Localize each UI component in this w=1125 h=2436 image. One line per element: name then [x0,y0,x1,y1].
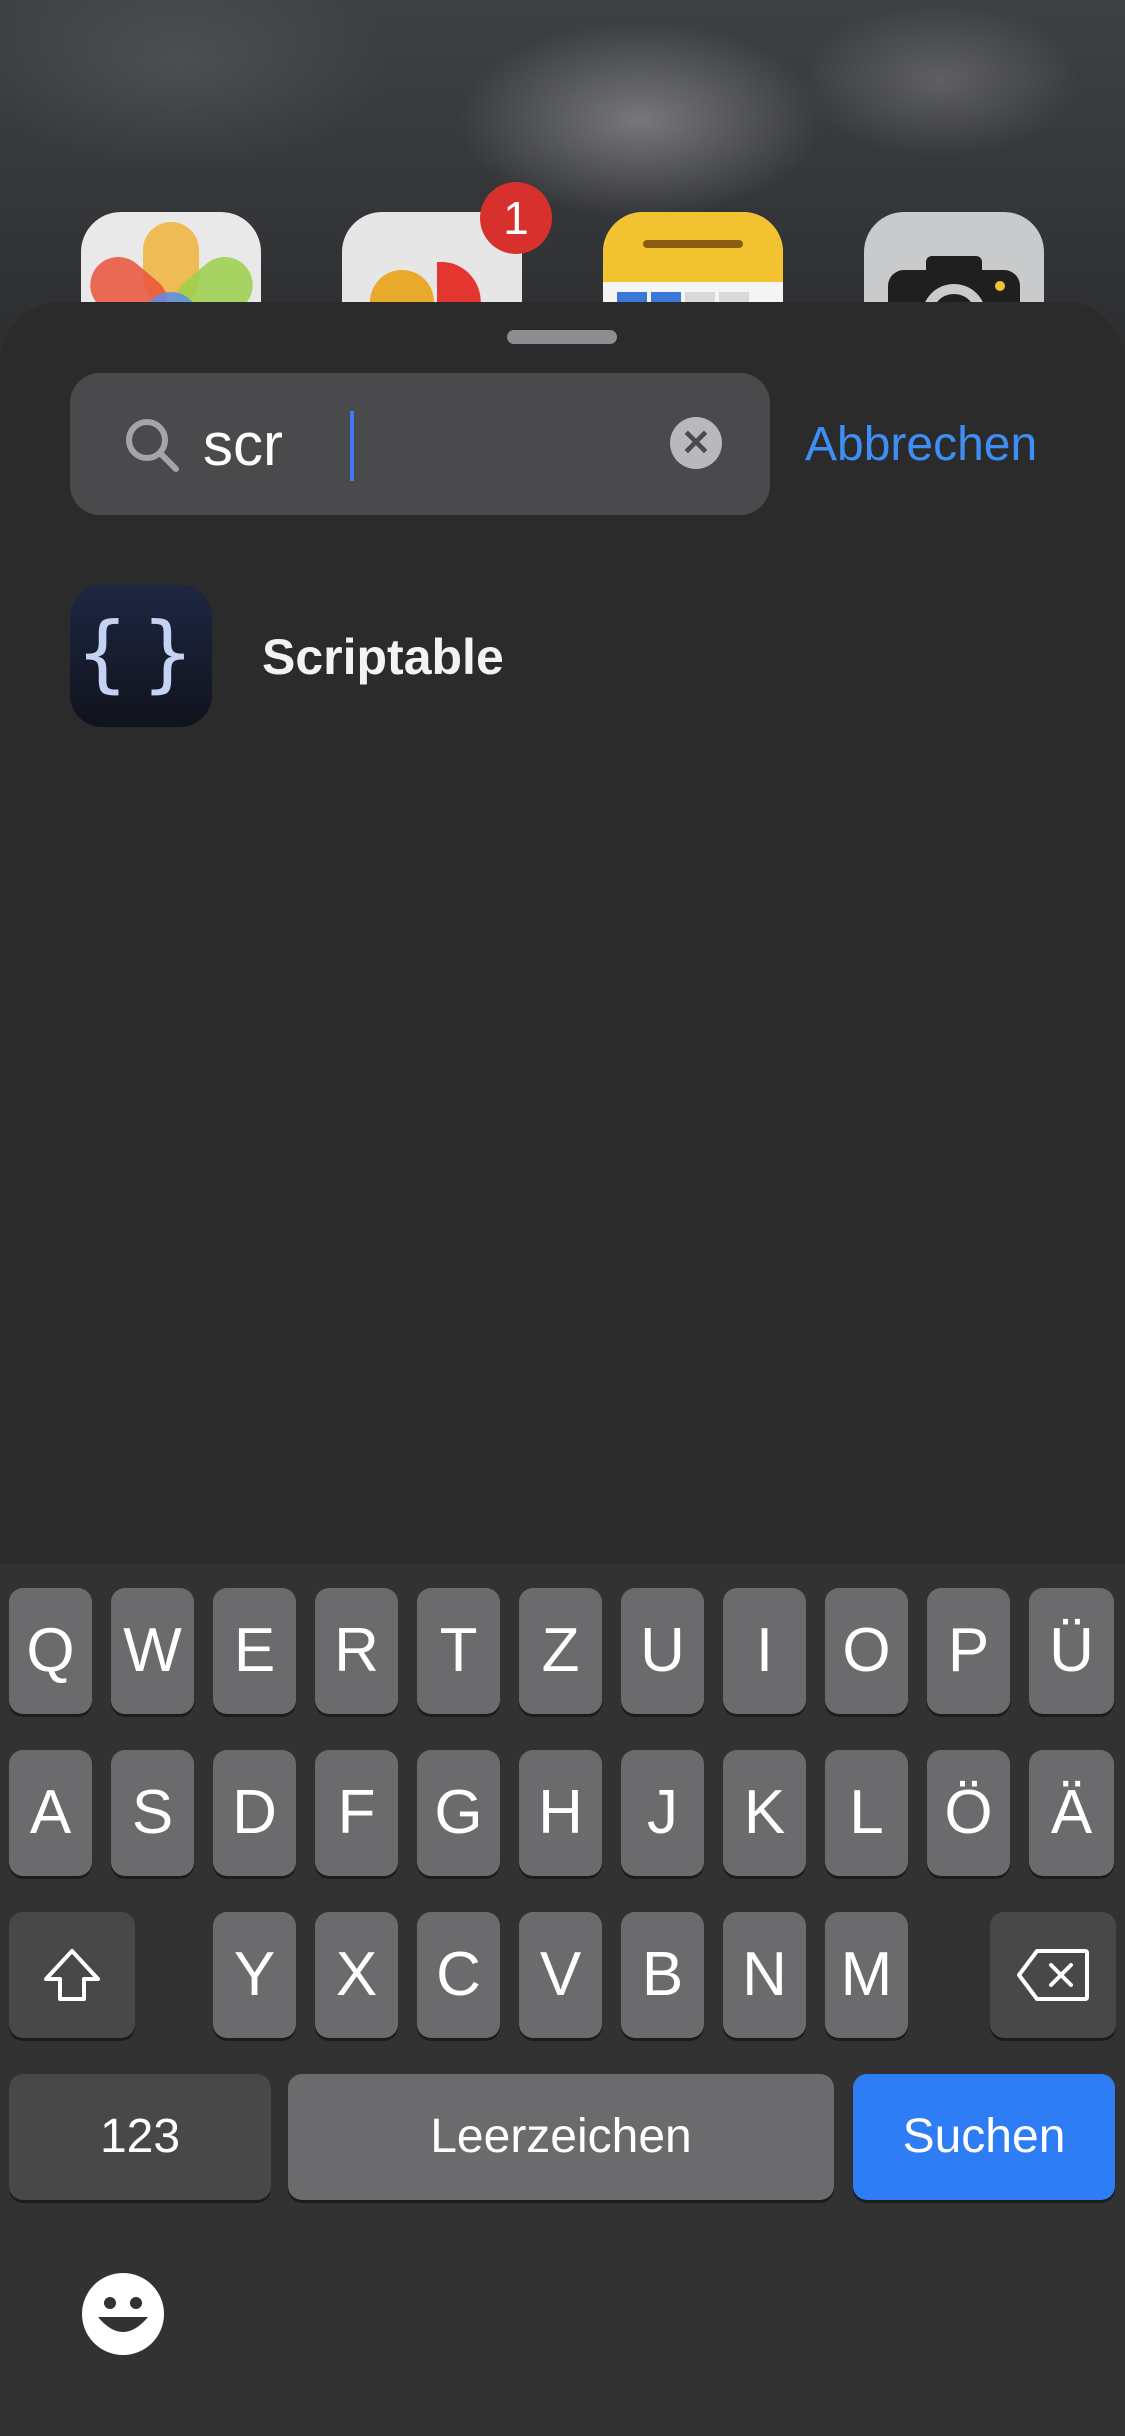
key-t[interactable]: T [417,1588,500,1714]
key-u[interactable]: U [621,1588,704,1714]
key-p[interactable]: P [927,1588,1010,1714]
key-y[interactable]: Y [213,1912,296,2038]
key-o[interactable]: O [825,1588,908,1714]
key-s[interactable]: S [111,1750,194,1876]
key-e[interactable]: E [213,1588,296,1714]
delete-key[interactable] [990,1912,1116,2038]
emoji-button[interactable] [82,2273,164,2355]
key-k[interactable]: K [723,1750,806,1876]
curly-braces-icon: {} [70,585,212,727]
clear-search-button[interactable]: ✕ [670,417,722,469]
key-a[interactable]: A [9,1750,92,1876]
search-result-item[interactable]: {} Scriptable [70,585,1055,730]
search-return-key[interactable]: Suchen [853,2074,1115,2200]
key-v[interactable]: V [519,1912,602,2038]
keyboard-row-1: Q W E R T Z U I O P Ü [0,1588,1125,1714]
key-l[interactable]: L [825,1750,908,1876]
shift-key[interactable] [9,1912,135,2038]
key-x[interactable]: X [315,1912,398,2038]
key-h[interactable]: H [519,1750,602,1876]
search-input-text[interactable]: scr [203,405,283,485]
keyboard-row-4: 123 Leerzeichen Suchen [0,2074,1125,2200]
key-f[interactable]: F [315,1750,398,1876]
search-result-label: Scriptable [262,629,504,685]
space-key[interactable]: Leerzeichen [288,2074,834,2200]
key-b[interactable]: B [621,1912,704,2038]
key-oe[interactable]: Ö [927,1750,1010,1876]
notification-badge: 1 [480,182,552,254]
key-c[interactable]: C [417,1912,500,2038]
key-m[interactable]: M [825,1912,908,2038]
keyboard: Q W E R T Z U I O P Ü A S D F G H J K L … [0,1564,1125,2436]
backspace-icon [1017,1949,1089,2001]
keyboard-row-2: A S D F G H J K L Ö Ä [0,1750,1125,1876]
key-w[interactable]: W [111,1588,194,1714]
key-n[interactable]: N [723,1912,806,2038]
key-r[interactable]: R [315,1588,398,1714]
keyboard-row-3: Y X C V B N M [0,1912,1125,2038]
key-d[interactable]: D [213,1750,296,1876]
key-z[interactable]: Z [519,1588,602,1714]
key-ue[interactable]: Ü [1029,1588,1114,1714]
search-icon [126,419,179,472]
key-q[interactable]: Q [9,1588,92,1714]
cancel-button[interactable]: Abbrechen [805,410,1037,480]
smiley-face-icon [98,2297,148,2332]
key-i[interactable]: I [723,1588,806,1714]
shift-arrow-icon [44,1949,100,2001]
key-j[interactable]: J [621,1750,704,1876]
sheet-grabber[interactable] [507,330,617,344]
numbers-key[interactable]: 123 [9,2074,271,2200]
key-g[interactable]: G [417,1750,500,1876]
search-input[interactable]: scr ✕ [70,373,770,515]
text-caret [350,411,354,481]
key-ae[interactable]: Ä [1029,1750,1114,1876]
